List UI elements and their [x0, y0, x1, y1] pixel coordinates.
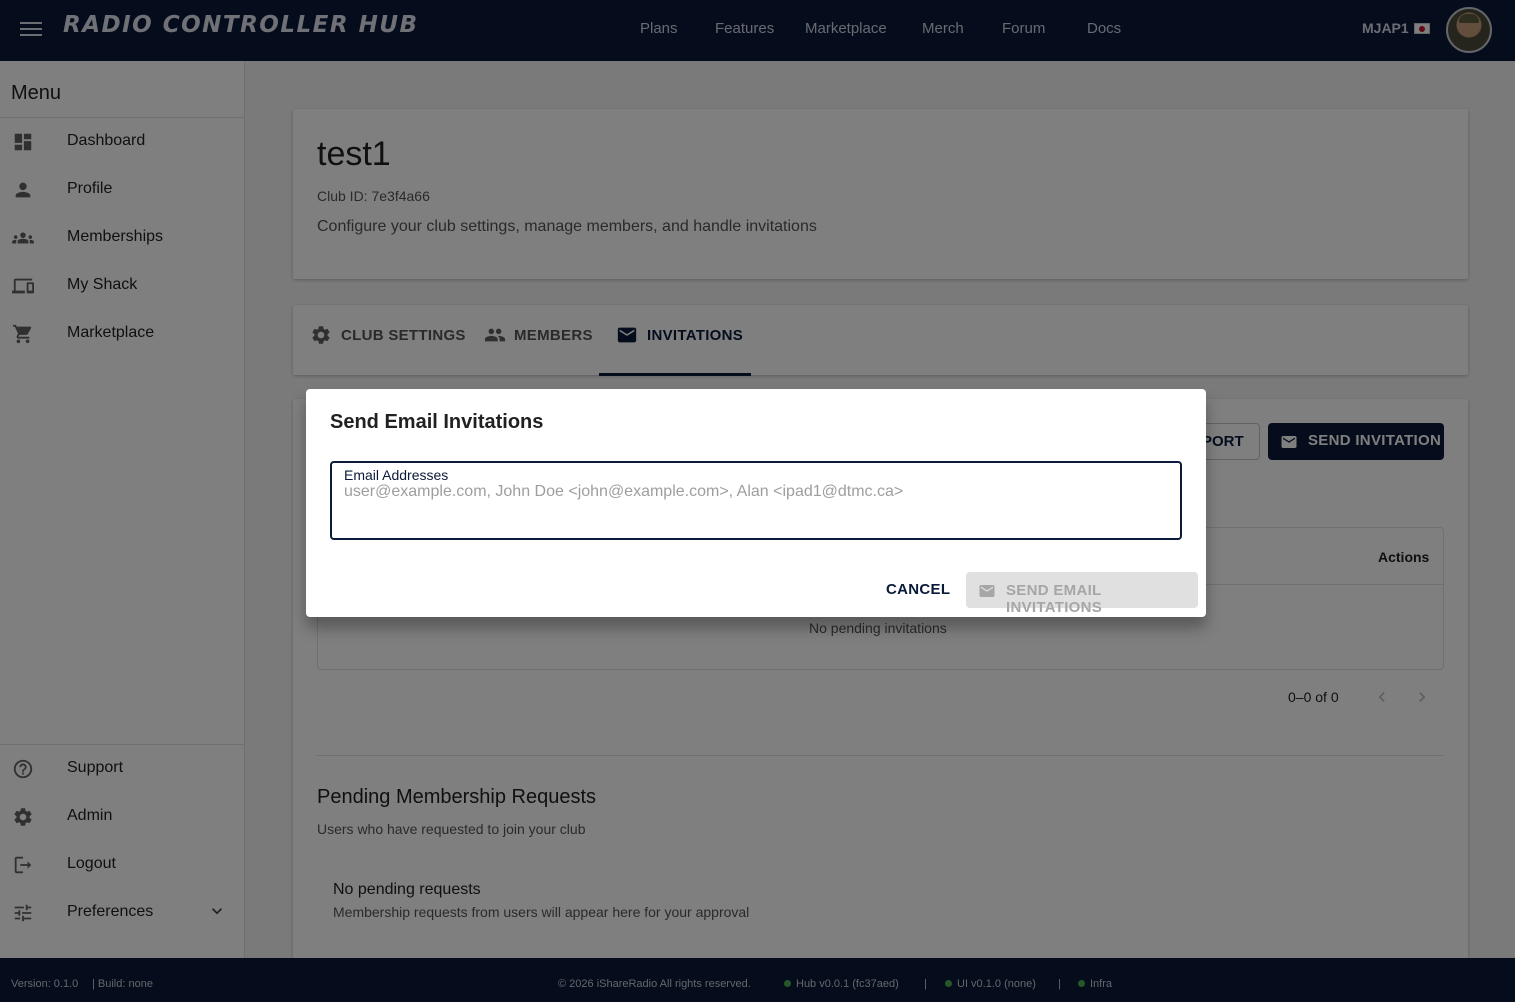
send-email-invitations-label: SEND EMAIL INVITATIONS — [1006, 582, 1103, 616]
dialog-title: Send Email Invitations — [330, 411, 544, 433]
send-email-invitations-button[interactable]: SEND EMAIL INVITATIONS — [966, 572, 1198, 616]
email-addresses-label: Email Addresses — [344, 467, 449, 483]
cancel-button[interactable]: CANCEL — [886, 581, 950, 598]
email-addresses-field: Email Addresses — [330, 461, 1182, 540]
mail-icon — [979, 585, 995, 597]
send-email-invitations-dialog: Send Email Invitations Email Addresses C… — [306, 389, 1206, 617]
email-addresses-input[interactable] — [344, 483, 1164, 527]
